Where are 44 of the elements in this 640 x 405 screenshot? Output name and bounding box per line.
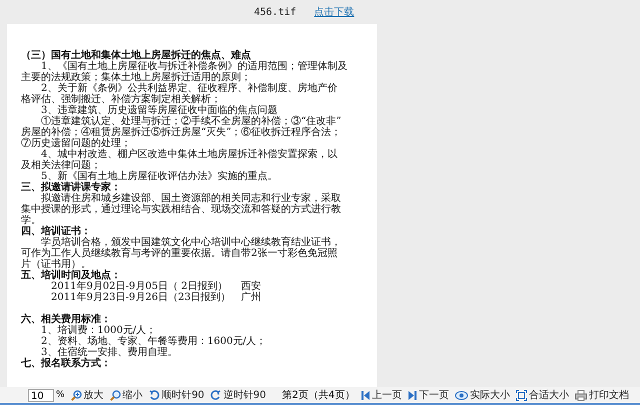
magnifier-plus-icon [70,390,82,400]
rotate-clockwise-icon [148,390,160,400]
paragraph: 3、住宿统一安排、费用自理。 [41,347,178,358]
paragraph: 3、违章建筑、历史遗留等房屋征收中面临的焦点问题 [40,105,278,116]
rotate-clockwise-button[interactable]: 顺时针90 [148,388,204,402]
section-heading: 六、相关费用标准： [21,314,112,325]
paragraph: 学员培训合格，颁发中国建筑文化中心培训中心继续教育结业证书， 可作为工作人员继续教育与考评的重要依据。请自带2张一寸彩色免冠照 片（证书用）。 [21,237,342,270]
file-name: 456.tif [254,6,296,18]
previous-page-button[interactable]: 上一页 [360,388,402,402]
rotate-counterclockwise-icon [210,390,222,400]
print-button[interactable]: 打印文档 [574,388,629,402]
section-heading: （三）国有土地和集体土地上房屋拆迁的焦点、难点 [21,50,251,61]
zoom-unit: % [56,390,65,400]
schedule-city: 广州 [241,292,261,303]
section-heading: 四、培训证书： [21,226,91,237]
zoom-in-button[interactable]: 放大 [70,388,104,402]
next-page-button[interactable]: 下一页 [408,388,449,402]
paragraph: 5、新《国有土地上房屋征收评估办法》实施的重点。 [41,171,278,182]
schedule-date: 2011年9月02日-9月05日（ 2日报到） [51,281,229,292]
zoom-input[interactable]: 10 [28,388,54,402]
page-indicator: 第2页（共4页） [282,388,355,402]
schedule-city: 西安 [241,281,261,292]
magnifier-icon [110,390,121,400]
eye-icon [454,390,468,400]
paragraph: 2、资料、场地、专家、午餐等费用：1600元/人； [40,336,268,347]
paragraph: 1、培训费：1000元/人； [40,325,156,336]
paragraph: ①违章建筑认定、处理与拆迁；②手续不全房屋的补偿；③“住改非” 房屋的补偿；④租赁房屋拆迁⑤拆迁房屋“灭失”；⑥征收拆迁程序合法； ⑦历史遗留问题的处理； [21,116,342,149]
paragraph: 4、城中村改造、棚户区改造中集体土地房屋拆迁补偿安置探索，以 及相关法律问题； [21,149,338,171]
previous-icon [360,390,370,400]
actual-size-button[interactable]: 实际大小 [454,388,510,402]
paragraph: 2、关于新《条例》公共利益界定、征收程序、补偿制度、房地产价 格评估、强制搬迁、补偿方案制定相关解析； [21,83,338,105]
printer-icon [574,390,587,400]
section-heading: 七、报名联系方式： [21,358,112,369]
paragraph: 1、《国有土地上房屋征收与拆迁补偿条例》的适用范围；管理体制及 主要的法规政策；集体土地上房屋拆迁适用的原则； [21,61,348,83]
zoom-out-button[interactable]: 缩小 [110,388,143,402]
section-heading: 五、培训时间及地点： [21,270,122,281]
fit-size-button[interactable]: 合适大小 [516,388,569,402]
download-link[interactable]: 点击下载 [314,5,354,19]
rotate-counterclockwise-button[interactable]: 逆时针90 [210,388,266,402]
fit-frame-icon [516,390,527,400]
section-heading: 三、拟邀请讲课专家： [21,182,121,193]
paragraph: 拟邀请住房和城乡建设部、国土资源部的相关同志和行业专家，采取 集中授课的形式，通过理论与实践相结合、现场交流和答疑的方式进行教 学。 [21,193,342,226]
schedule-date: 2011年9月23日-9月26日（23日报到） [51,292,232,303]
next-icon [408,390,417,400]
